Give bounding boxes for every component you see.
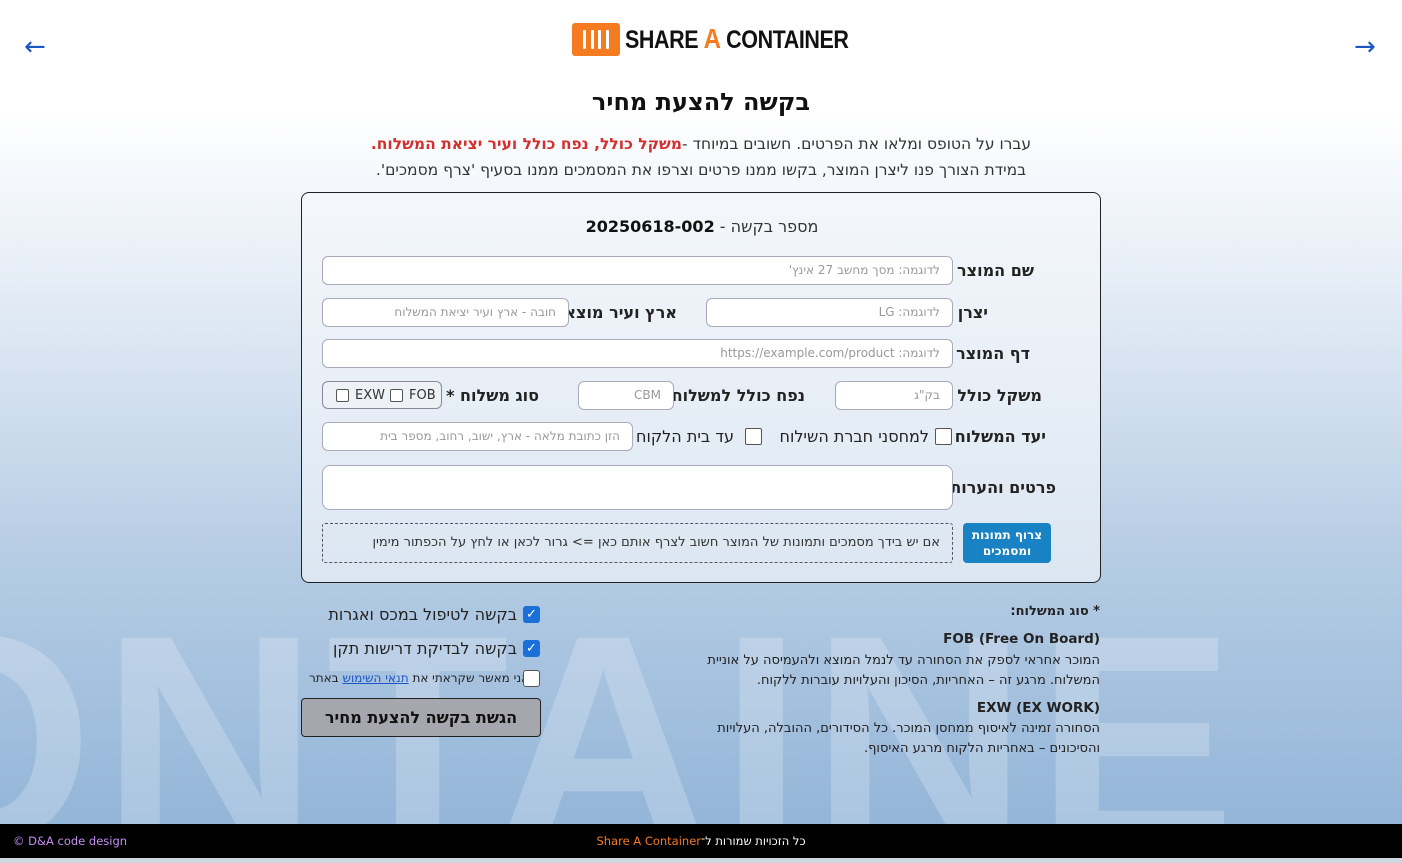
dest-home-checkbox[interactable] [745,428,762,445]
standards-option-label: בקשה לבדיקת דרישות תקן [333,639,517,658]
address-input[interactable]: הזן כתובת מלאה - ארץ, ישוב, רחוב, מספר ב… [322,422,633,451]
logo-word-container: CONTAINER [726,26,849,54]
footer-rights-prefix: כל הזכויות שמורות ל־ [701,834,806,848]
intro-text: עברו על הטופס ומלאו את הפרטים. חשובים במ… [0,131,1402,183]
terms-checkbox[interactable] [523,670,540,687]
exw-info-title-text: EXW (EX WORK) [976,700,1100,716]
standards-checkbox[interactable] [523,640,540,657]
weight-input[interactable]: בק"ג [835,381,953,410]
dest-warehouse-checkbox[interactable] [935,428,952,445]
request-number-line: מספר בקשה - 20250618-002 [302,217,1102,236]
exw-label: EXW [355,388,385,403]
fob-info-title: FOB (Free On Board) [700,631,1100,647]
product-name-label: שם המוצר [957,261,1034,280]
file-dropzone[interactable]: אם יש בידך מסמכים ותמונות של המוצר חשוב … [322,523,953,563]
prev-arrow-icon[interactable]: ← [24,34,46,60]
intro-highlight: משקל כולל, נפח כולל ועיר יציאת המשלוח. [370,135,683,153]
volume-input[interactable]: CBM [578,381,674,410]
terms-prefix: אני מאשר שקראתי את [412,671,530,685]
footer-rights: כל הזכויות שמורות ל־Share A Container [0,834,1402,848]
attach-documents-button[interactable]: צרוף תמונות ומסמכים [963,523,1051,563]
manufacturer-label: יצרן [957,303,988,322]
dest-home-label: עד בית הלקוח [636,427,734,446]
fob-checkbox[interactable] [390,389,403,402]
terms-link[interactable]: תנאי השימוש [342,671,408,685]
fob-info-text: המוכר אחראי לספק את הסחורה עד לנמל המוצא… [707,653,1100,688]
product-page-input[interactable]: לדוגמה: https://example.com/product [322,339,953,368]
shipping-info-title: * סוג המשלוח: [1010,604,1100,619]
exw-info-title: EXW (EX WORK) [700,700,1100,716]
site-logo[interactable]: SHARE A CONTAINER [572,22,885,56]
manufacturer-input[interactable]: לדוגמה: LG [706,298,953,327]
submit-quote-button[interactable]: הגשת בקשה להצעת מחיר [301,698,541,737]
volume-label: נפח כולל למשלוח [671,386,805,405]
bottom-strip [0,858,1402,863]
quote-request-form: מספר בקשה - 20250618-002 שם המוצר לדוגמה… [301,192,1101,583]
dest-warehouse-label: למחסני חברת השילוח [779,427,929,446]
customs-checkbox[interactable] [523,606,540,623]
footer-brand: Share A Container [596,834,702,848]
exw-info-text: הסחורה זמינה לאיסוף ממחסן המוכר. כל הסיד… [717,721,1100,756]
exw-checkbox[interactable] [336,389,349,402]
weight-label: משקל כולל [957,386,1042,405]
logo-word-a: A [703,23,721,54]
logo-text: SHARE A CONTAINER [625,23,849,55]
intro-line-1-start: עברו על הטופס ומלאו את הפרטים. חשובים במ… [682,135,1032,153]
customs-option-label: בקשה לטיפול במכס ואגרות [328,605,517,624]
notes-label: פרטים והערות [950,478,1056,497]
terms-text: אני מאשר שקראתי את תנאי השימוש באתר [309,671,529,685]
shipping-type-group: EXW FOB [322,381,442,409]
terms-suffix: באתר [309,671,339,685]
product-name-input[interactable]: לדוגמה: מסך מחשב 27 אינץ' [322,256,953,285]
shipping-type-label: סוג משלוח * [446,386,539,405]
footer: © D&A code design כל הזכויות שמורות ל־Sh… [0,824,1402,858]
request-number: 20250618-002 [585,217,715,236]
request-number-label: מספר בקשה - [719,217,819,236]
page-title: בקשה להצעת מחיר [591,88,811,116]
destination-label: יעד המשלוח [954,427,1046,446]
notes-textarea[interactable] [322,465,953,510]
origin-input[interactable]: חובה - ארץ ועיר יציאת המשלוח [322,298,569,327]
container-icon [572,22,620,56]
intro-line-2: במידת הצורך פנו ליצרן המוצר, בקשו ממנו פ… [375,161,1027,179]
origin-label: ארץ ועיר מוצא [564,303,677,322]
product-page-label: דף המוצר [956,344,1030,363]
fob-label: FOB [409,388,436,403]
next-arrow-icon[interactable]: → [1354,34,1376,60]
logo-word-share: SHARE [625,26,699,54]
intro-line-1: עברו על הטופס ומלאו את הפרטים. חשובים במ… [0,131,1402,157]
fob-info-title-text: FOB (Free On Board) [943,631,1100,647]
